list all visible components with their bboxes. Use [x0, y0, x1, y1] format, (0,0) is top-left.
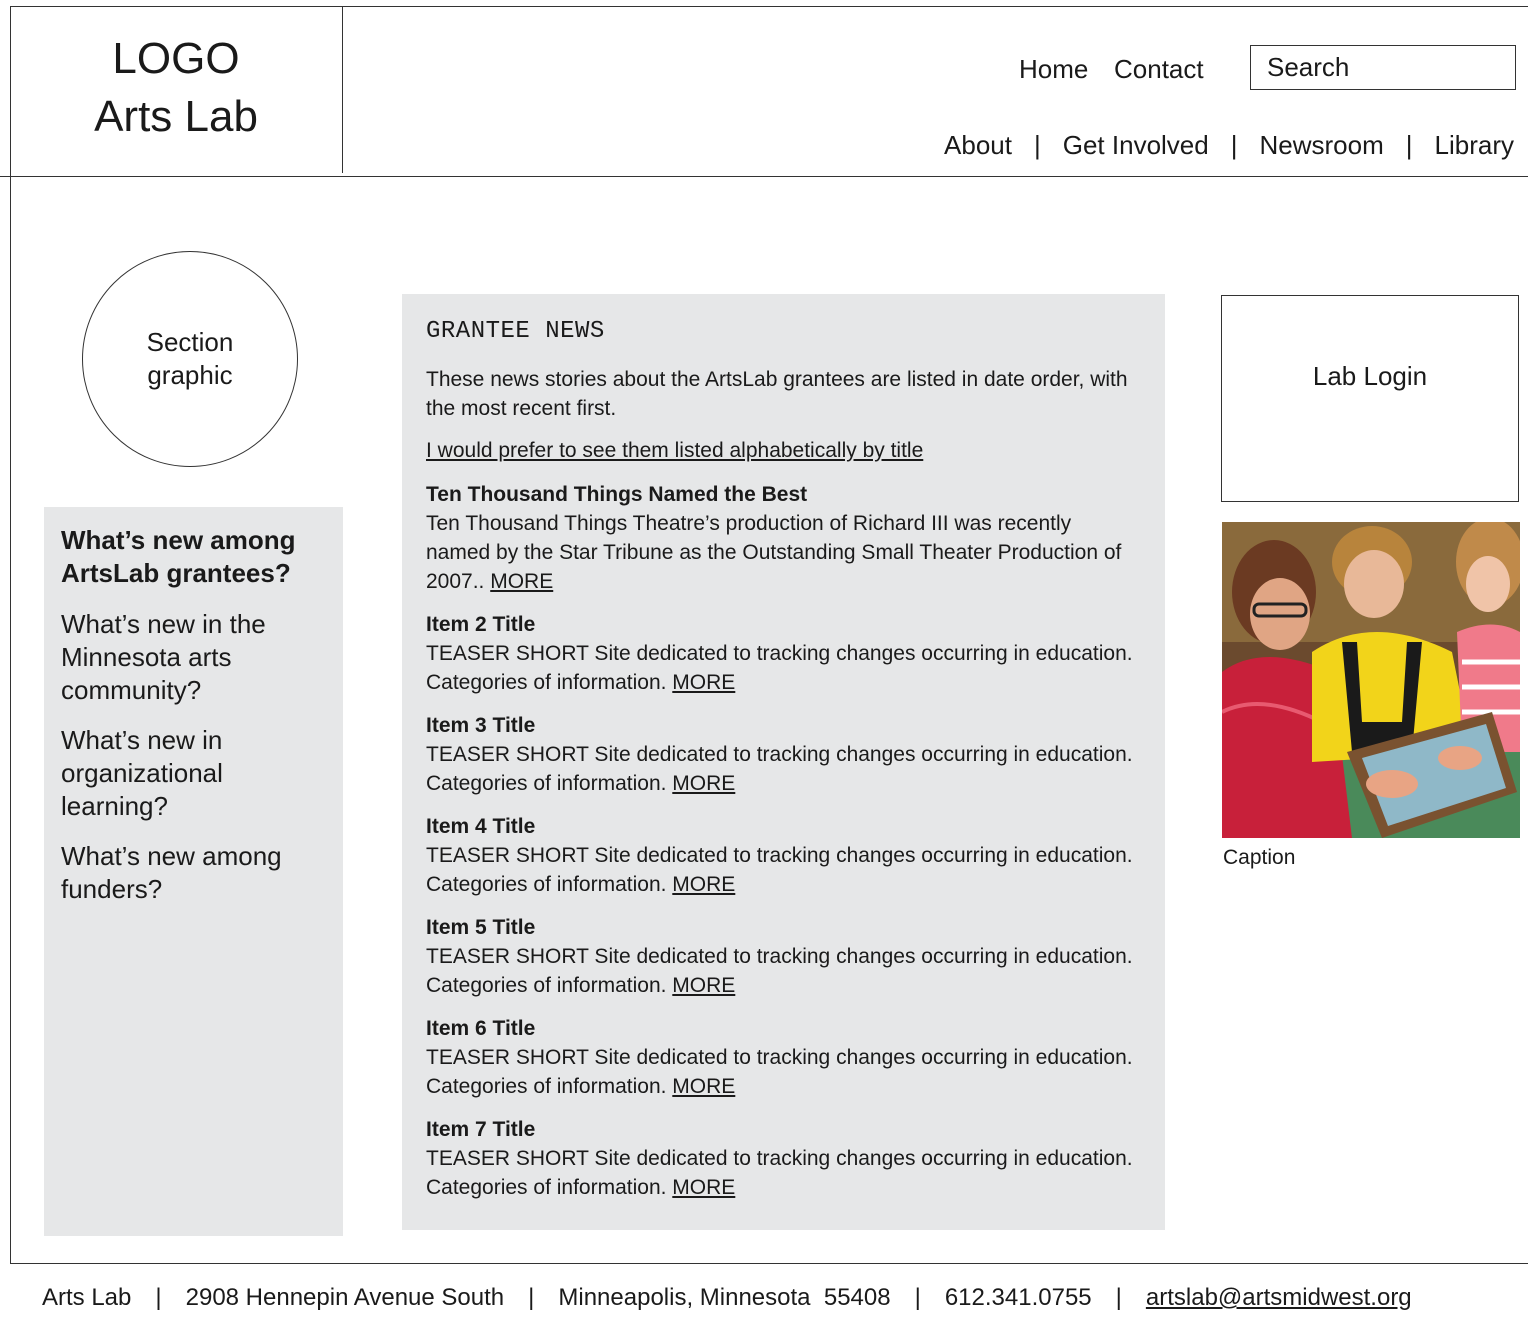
nav-separator: |	[1230, 130, 1238, 160]
header-bottom-border	[0, 176, 1528, 177]
news-item: Ten Thousand Things Named the Best Ten T…	[426, 480, 1141, 596]
news-item: Item 4 Title TEASER SHORT Site dedicated…	[426, 812, 1141, 899]
sidebar-item-organizational-learning[interactable]: What’s new in organizational learning?	[61, 724, 326, 823]
footer-top-border	[10, 1263, 1528, 1264]
photo-caption: Caption	[1223, 846, 1296, 869]
more-link[interactable]: MORE	[672, 1176, 735, 1199]
nav-get-involved[interactable]: Get Involved	[1063, 130, 1209, 161]
footer-phone: 612.341.0755	[944, 1284, 1092, 1311]
sidebar-item-grantees[interactable]: What’s new among ArtsLab grantees?	[61, 524, 326, 590]
news-item-text: TEASER SHORT Site dedicated to tracking …	[426, 1147, 1133, 1199]
news-item: Item 5 Title TEASER SHORT Site dedicated…	[426, 913, 1141, 1000]
news-item-title: Item 5 Title	[426, 916, 536, 939]
page-title: GRANTEE NEWS	[426, 318, 605, 345]
news-item-title: Item 3 Title	[426, 714, 536, 737]
logo-divider	[342, 6, 343, 173]
contact-link[interactable]: Contact	[1114, 54, 1204, 85]
lab-login-label: Lab Login	[1312, 361, 1428, 391]
site-logo[interactable]: LOGO Arts Lab	[10, 30, 342, 146]
news-item: Item 6 Title TEASER SHORT Site dedicated…	[426, 1014, 1141, 1101]
home-link[interactable]: Home	[1019, 54, 1088, 85]
more-link[interactable]: MORE	[672, 873, 735, 896]
sidebar-item-minnesota-arts[interactable]: What’s new in the Minnesota arts communi…	[61, 608, 326, 707]
nav-newsroom[interactable]: Newsroom	[1260, 130, 1384, 161]
section-graphic-label: Section graphic	[146, 327, 234, 390]
news-item-text: TEASER SHORT Site dedicated to tracking …	[426, 743, 1133, 795]
section-graphic: Section graphic	[82, 251, 298, 467]
footer-address: 2908 Hennepin Avenue South	[185, 1284, 505, 1311]
news-item: Item 2 Title TEASER SHORT Site dedicated…	[426, 610, 1141, 697]
news-item-title: Ten Thousand Things Named the Best	[426, 483, 808, 506]
news-item-title: Item 6 Title	[426, 1017, 536, 1040]
news-item-text: TEASER SHORT Site dedicated to tracking …	[426, 945, 1133, 997]
footer-separator: |	[1115, 1284, 1122, 1311]
sidebar-item-funders[interactable]: What’s new among funders?	[61, 840, 326, 906]
left-sidebar-nav: What’s new among ArtsLab grantees? What’…	[44, 507, 343, 1236]
more-link[interactable]: MORE	[490, 570, 553, 593]
news-item-title: Item 2 Title	[426, 613, 536, 636]
page-left-border	[10, 6, 11, 1263]
nav-separator: |	[1033, 130, 1041, 160]
news-item: Item 7 Title TEASER SHORT Site dedicated…	[426, 1115, 1141, 1202]
news-item-text: TEASER SHORT Site dedicated to tracking …	[426, 1046, 1133, 1098]
nav-separator: |	[1405, 130, 1413, 160]
news-item-title: Item 7 Title	[426, 1118, 536, 1141]
main-content: GRANTEE NEWS These news stories about th…	[402, 294, 1165, 1230]
footer-separator: |	[155, 1284, 162, 1311]
footer-email-link[interactable]: artslab@artsmidwest.org	[1146, 1284, 1412, 1312]
nav-about[interactable]: About	[944, 130, 1012, 161]
footer-separator: |	[914, 1284, 921, 1311]
intro-text: These news stories about the ArtsLab gra…	[426, 368, 1128, 420]
featured-photo	[1222, 522, 1520, 838]
photo-illustration	[1222, 522, 1520, 838]
sort-alphabetically-link[interactable]: I would prefer to see them listed alphab…	[426, 436, 1141, 465]
footer-name: Arts Lab	[42, 1284, 132, 1311]
more-link[interactable]: MORE	[672, 974, 735, 997]
footer-city: Minneapolis, Minnesota 55408	[558, 1284, 891, 1311]
footer: Arts Lab | 2908 Hennepin Avenue South | …	[42, 1284, 1412, 1312]
search-input[interactable]	[1250, 45, 1516, 90]
main-nav: About | Get Involved | Newsroom | Librar…	[944, 130, 1514, 161]
lab-login-button[interactable]: Lab Login	[1221, 295, 1519, 502]
news-item: Item 3 Title TEASER SHORT Site dedicated…	[426, 711, 1141, 798]
nav-library[interactable]: Library	[1435, 130, 1514, 161]
logo-line-1: LOGO	[112, 34, 240, 83]
footer-separator: |	[528, 1284, 535, 1311]
news-item-text: TEASER SHORT Site dedicated to tracking …	[426, 844, 1133, 896]
header-top-border	[10, 6, 1528, 7]
more-link[interactable]: MORE	[672, 671, 735, 694]
news-item-text: TEASER SHORT Site dedicated to tracking …	[426, 642, 1133, 694]
more-link[interactable]: MORE	[672, 1075, 735, 1098]
more-link[interactable]: MORE	[672, 772, 735, 795]
logo-line-2: Arts Lab	[94, 92, 258, 141]
news-item-title: Item 4 Title	[426, 815, 536, 838]
